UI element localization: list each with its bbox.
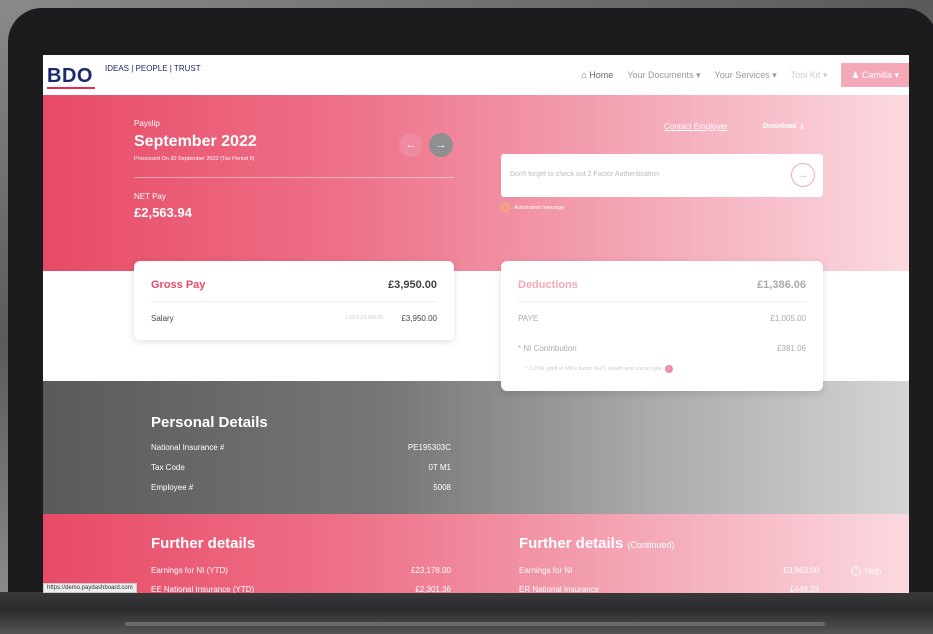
help-label: Help: [865, 566, 882, 576]
next-payslip-button[interactable]: →: [429, 133, 453, 157]
further-row-label: EE National Insurance (YTD): [151, 585, 255, 593]
further-row-value: £2,301.36: [415, 585, 451, 593]
arrow-right-icon: →: [435, 139, 447, 151]
further-details-continued-title: Further details (Continued): [519, 535, 674, 552]
bdo-logo[interactable]: BDO: [47, 65, 93, 88]
personal-row-label: Employee #: [151, 483, 194, 492]
further-row-label: ER National Insurance: [519, 585, 600, 593]
further-row: EE National Insurance (YTD) £2,301.36: [151, 585, 451, 593]
personal-row-value: 5008: [433, 483, 451, 492]
caret-down-icon: ▾: [696, 69, 701, 80]
automated-message-label: Automated message: [514, 204, 565, 211]
caret-down-icon: ▾: [772, 69, 777, 80]
payslip-header: Payslip September 2022 Processed On 30 S…: [43, 95, 909, 271]
user-menu-button[interactable]: ♟ Camilla ▾: [841, 63, 909, 87]
clock-icon: ◷: [501, 203, 510, 212]
personal-row-value: 0T M1: [428, 463, 451, 472]
nav-toolkit[interactable]: Tool Kit ▾: [791, 70, 828, 81]
status-bar-url: https://demo.paydashboard.com: [43, 583, 137, 593]
further-row-label: Earnings for NI (YTD): [151, 566, 228, 575]
deductions-title: Deductions: [518, 279, 578, 291]
personal-details-title: Personal Details: [151, 414, 268, 431]
nav-toolkit-label: Tool Kit: [790, 69, 821, 80]
caret-down-icon: ▾: [822, 69, 828, 80]
nav-home-label: Home: [589, 70, 614, 80]
nav-services-label: Your Services: [714, 69, 770, 80]
further-row: ER National Insurance £448.23: [519, 585, 819, 593]
download-button[interactable]: Download ⤓: [763, 123, 803, 131]
notification-card: Don't forget to check out 2 Factor Authe…: [501, 154, 823, 197]
personal-row-label: Tax Code: [151, 463, 185, 472]
personal-row: National Insurance # PE195303C: [151, 443, 451, 452]
net-pay-label: NET Pay: [134, 192, 166, 201]
personal-details-section: Personal Details National Insurance # PE…: [43, 381, 909, 514]
nav-services[interactable]: Your Services ▾: [715, 70, 777, 81]
logo-underline: [47, 87, 95, 89]
deductions-total: £1,386.06: [757, 279, 806, 291]
payslip-month: September 2022: [134, 133, 257, 150]
automated-message: ◷ Automated message: [501, 203, 564, 212]
deduction-row-value: £381.06: [777, 344, 806, 353]
personal-row: Tax Code 0T M1: [151, 463, 451, 472]
deductions-card: Deductions £1,386.06 PAYE £1,005.00 * NI…: [501, 261, 823, 391]
further-row-value: £3,863.00: [783, 566, 819, 575]
further-row-value: £23,178.00: [410, 566, 451, 575]
further-row: Earnings for NI (YTD) £23,178.00: [151, 566, 451, 575]
further-details-title: Further details: [151, 535, 256, 552]
card-divider: [518, 301, 806, 302]
top-nav: BDO IDEAS | PEOPLE | TRUST ⌂ Home Your D…: [43, 55, 909, 95]
card-divider: [151, 301, 437, 302]
further-details-section: Further details Further details (Continu…: [43, 514, 909, 593]
previous-payslip-button[interactable]: ←: [399, 133, 423, 157]
deduction-row: * NI Contribution £381.06: [518, 344, 806, 353]
further-row-value: £448.23: [790, 585, 819, 593]
notification-go-button[interactable]: →: [791, 163, 815, 187]
gross-pay-card: Gross Pay £3,950.00 Salary 1.00 X £3,950…: [134, 261, 454, 340]
gross-row-label: Salary: [151, 314, 174, 323]
personal-row-label: National Insurance #: [151, 443, 225, 452]
deduction-row-label: * NI Contribution: [518, 344, 577, 353]
info-icon[interactable]: i: [664, 365, 673, 373]
gross-pay-title: Gross Pay: [151, 279, 206, 291]
arrow-right-icon: →: [797, 169, 809, 181]
help-button[interactable]: ? Help: [851, 566, 881, 576]
tagline: IDEAS | PEOPLE | TRUST: [105, 64, 201, 73]
gross-row-value: £3,950.00: [401, 314, 437, 323]
ni-footnote-text: * 1.25% uplift in NICs funds NHS, health…: [525, 366, 662, 372]
processed-date: Processed On 30 September 2022 (Tax Peri…: [134, 156, 255, 162]
further-row-label: Earnings for NI: [519, 566, 573, 575]
download-icon: ⤓: [800, 123, 804, 130]
home-icon: ⌂: [581, 70, 587, 80]
caret-down-icon: ▾: [894, 69, 899, 80]
payslip-label: Payslip: [134, 119, 160, 128]
ni-footnote: * 1.25% uplift in NICs funds NHS, health…: [525, 365, 673, 373]
download-label: Download: [763, 123, 797, 130]
user-icon: ♟: [851, 69, 860, 80]
further-details-title-2: Further details: [519, 535, 624, 552]
net-pay-value: £2,563.94: [134, 205, 192, 220]
further-row: Earnings for NI £3,863.00: [519, 566, 819, 575]
header-divider: [134, 177, 454, 178]
help-icon: ?: [851, 566, 861, 576]
nav-home[interactable]: ⌂ Home: [581, 70, 613, 80]
personal-row: Employee # 5008: [151, 483, 451, 492]
deduction-row-label: PAYE: [518, 314, 539, 323]
nav-documents-label: Your Documents: [627, 69, 694, 80]
nav-menu: ⌂ Home Your Documents ▾ Your Services ▾ …: [581, 55, 909, 95]
gross-row-qty: 1.00 X £3,950.00: [344, 315, 383, 321]
continued-label: (Continued): [627, 540, 675, 550]
arrow-left-icon: ←: [405, 139, 417, 151]
gross-pay-row: Salary 1.00 X £3,950.00 £3,950.00: [151, 314, 437, 323]
nav-documents[interactable]: Your Documents ▾: [627, 70, 700, 81]
personal-row-value: PE195303C: [407, 443, 451, 452]
browser-screen: BDO IDEAS | PEOPLE | TRUST ⌂ Home Your D…: [43, 55, 909, 593]
contact-employer-link[interactable]: Contact Employer: [664, 122, 728, 131]
notification-text: Don't forget to check out 2 Factor Authe…: [510, 171, 660, 178]
deduction-row: PAYE £1,005.00: [518, 314, 806, 323]
user-name: Camilla: [861, 70, 892, 80]
deduction-row-value: £1,005.00: [770, 314, 806, 323]
laptop-base: [0, 592, 933, 634]
gross-pay-total: £3,950.00: [388, 279, 437, 291]
